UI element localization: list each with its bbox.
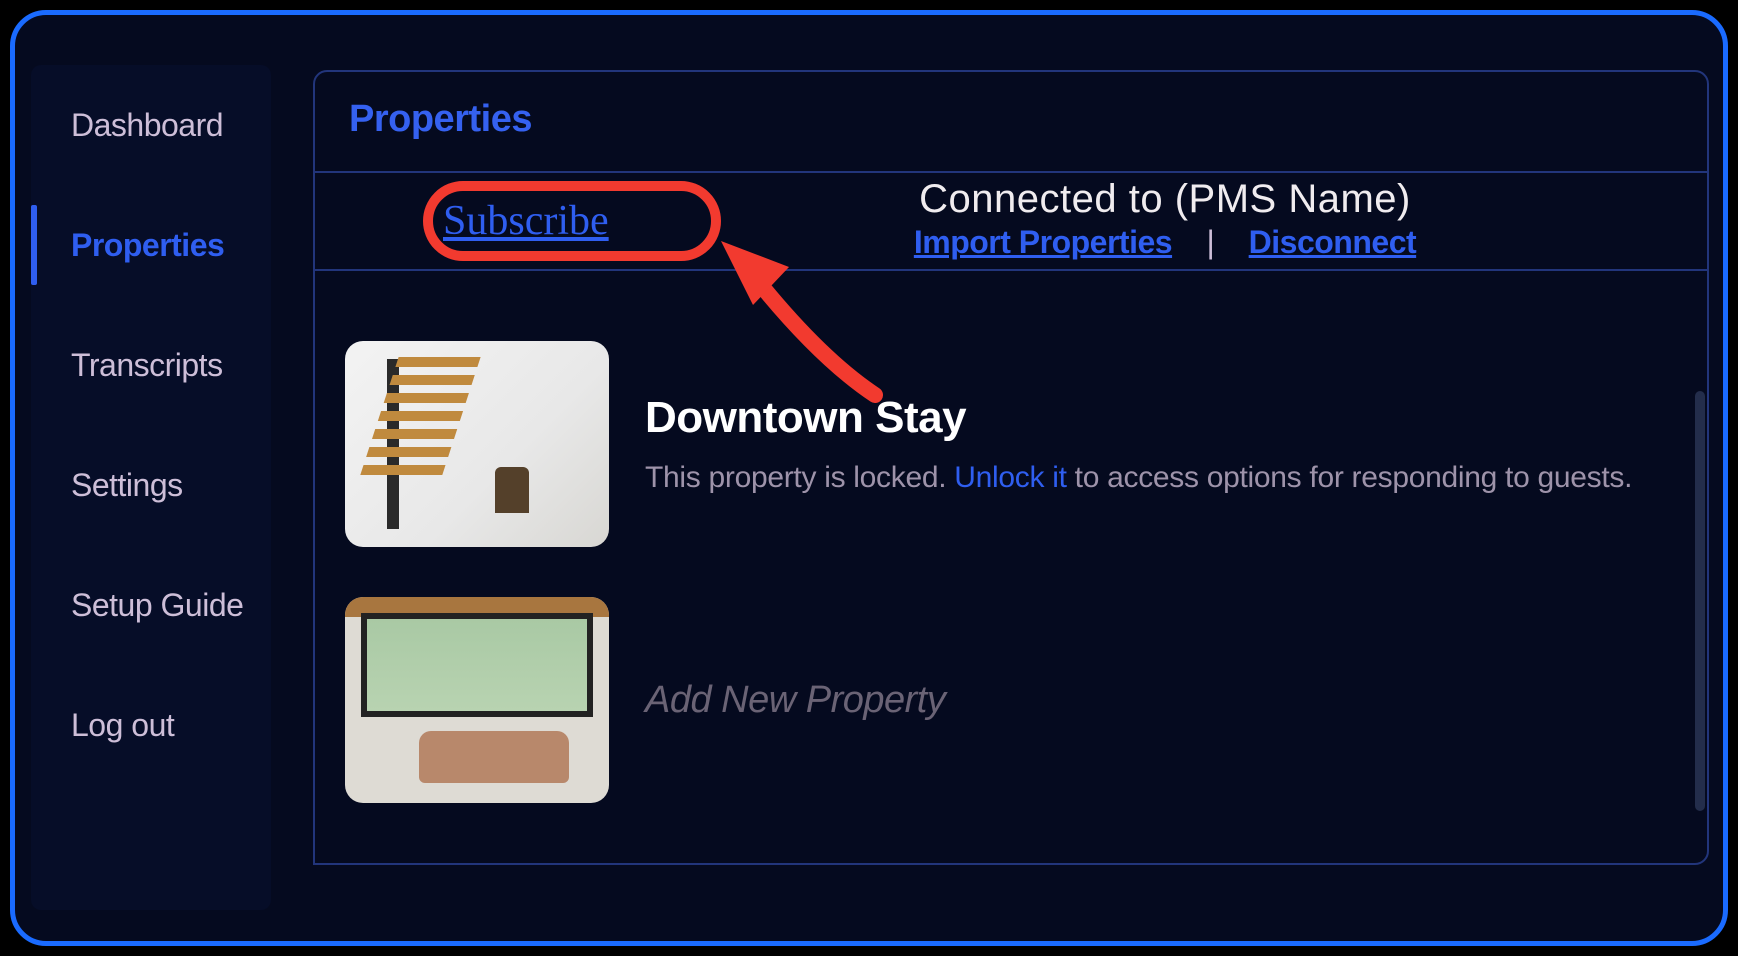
sidebar-item-dashboard[interactable]: Dashboard <box>31 65 271 185</box>
sidebar-item-label: Settings <box>71 467 183 504</box>
add-property-thumbnail[interactable] <box>345 597 609 803</box>
app-frame: Dashboard Properties Transcripts Setting… <box>10 10 1728 946</box>
thumbnail-decor <box>495 467 529 513</box>
locked-text-suffix: to access options for responding to gues… <box>1067 461 1632 494</box>
property-locked-message: This property is locked. Unlock it to ac… <box>645 461 1632 495</box>
property-thumbnail[interactable] <box>345 341 609 547</box>
pms-connected-label: Connected to (PMS Name) <box>815 177 1515 222</box>
sidebar: Dashboard Properties Transcripts Setting… <box>31 65 271 910</box>
sidebar-item-label: Properties <box>71 227 224 264</box>
add-property-label: Add New Property <box>645 679 945 722</box>
page-title: Properties <box>315 72 1707 171</box>
unlock-link[interactable]: Unlock it <box>954 461 1066 494</box>
import-properties-link[interactable]: Import Properties <box>914 224 1172 260</box>
sidebar-item-label: Setup Guide <box>71 587 243 624</box>
property-name: Downtown Stay <box>645 393 1632 443</box>
sidebar-item-label: Log out <box>71 707 174 744</box>
sidebar-item-transcripts[interactable]: Transcripts <box>31 305 271 425</box>
properties-toolbar: Subscribe Connected to (PMS Name) Import… <box>315 171 1707 271</box>
scrollbar[interactable] <box>1695 391 1705 811</box>
property-row: Downtown Stay This property is locked. U… <box>345 341 1677 547</box>
disconnect-link[interactable]: Disconnect <box>1249 224 1416 260</box>
properties-list: Downtown Stay This property is locked. U… <box>315 271 1707 826</box>
pms-links: Import Properties | Disconnect <box>815 224 1515 261</box>
subscribe-wrap: Subscribe <box>443 197 609 245</box>
property-info: Downtown Stay This property is locked. U… <box>645 393 1632 495</box>
add-property-row[interactable]: Add New Property <box>345 597 1677 803</box>
pms-separator: | <box>1206 224 1214 260</box>
sidebar-item-properties[interactable]: Properties <box>31 185 271 305</box>
subscribe-link[interactable]: Subscribe <box>443 198 609 244</box>
locked-text-prefix: This property is locked. <box>645 461 954 494</box>
thumbnail-decor <box>361 613 593 717</box>
sidebar-item-label: Transcripts <box>71 347 223 384</box>
pms-block: Connected to (PMS Name) Import Propertie… <box>815 177 1515 261</box>
sidebar-item-label: Dashboard <box>71 107 223 144</box>
sidebar-item-settings[interactable]: Settings <box>31 425 271 545</box>
thumbnail-decor <box>419 731 569 783</box>
main-panel: Properties Subscribe Connected to (PMS N… <box>313 70 1709 865</box>
sidebar-item-setup-guide[interactable]: Setup Guide <box>31 545 271 665</box>
sidebar-item-logout[interactable]: Log out <box>31 665 271 785</box>
